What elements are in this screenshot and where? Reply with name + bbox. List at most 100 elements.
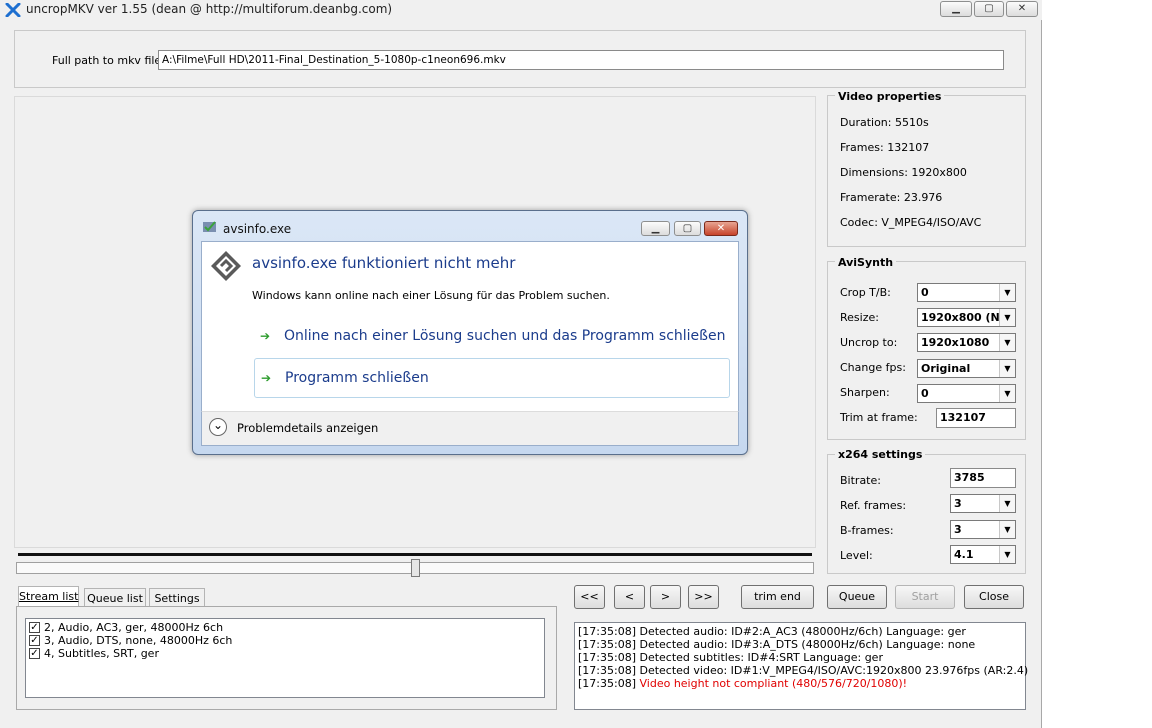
error-dialog: avsinfo.exe ▁ ▢ ✕ avsinfo.exe funktionie…	[192, 210, 748, 455]
stream-checkbox[interactable]: ✓	[29, 622, 40, 633]
dialog-app-icon	[202, 220, 218, 234]
ref-frames-select[interactable]: 3 ▼	[950, 494, 1016, 513]
tab-settings[interactable]: Settings	[149, 588, 205, 608]
path-label: Full path to mkv file:	[52, 54, 165, 67]
window-title: uncropMKV ver 1.55 (dean @ http://multif…	[26, 2, 393, 16]
dialog-text: Windows kann online nach einer Lösung fü…	[252, 289, 610, 302]
dialog-title: avsinfo.exe	[223, 222, 292, 236]
log-line: [17:35:08] Detected audio: ID#3:A_DTS (4…	[578, 638, 976, 651]
arrow-right-icon: ➔	[261, 371, 272, 385]
stream-label: 2, Audio, AC3, ger, 48000Hz 6ch	[44, 621, 224, 634]
resize-select[interactable]: 1920x800 (No ▼	[917, 308, 1016, 327]
fps-select[interactable]: Original ▼	[917, 359, 1016, 378]
sharpen-label: Sharpen:	[840, 386, 890, 399]
seek-slider-handle[interactable]	[411, 559, 420, 577]
option-close-label: Programm schließen	[285, 370, 429, 386]
trim-label: Trim at frame:	[840, 411, 918, 424]
log-line: [17:35:08] Detected subtitles: ID#4:SRT …	[578, 651, 883, 664]
details-toggle[interactable]: ⌄ Problemdetails anzeigen	[209, 418, 409, 438]
start-button[interactable]: Start	[895, 585, 955, 609]
sharpen-select[interactable]: 0 ▼	[917, 384, 1016, 403]
close-button[interactable]: Close	[964, 585, 1024, 609]
ref-frames-label: Ref. frames:	[840, 499, 907, 512]
option-online-label: Online nach einer Lösung suchen und das …	[284, 328, 726, 344]
next-frame-button[interactable]: >	[650, 585, 681, 609]
video-codec: Codec: V_MPEG4/ISO/AVC	[840, 216, 982, 229]
stream-label: 3, Audio, DTS, none, 48000Hz 6ch	[44, 634, 233, 647]
last-frame-button[interactable]: >>	[688, 585, 719, 609]
video-frames: Frames: 132107	[840, 141, 930, 154]
chevron-down-icon: ▼	[999, 360, 1015, 377]
sharpen-value: 0	[921, 387, 929, 400]
maximize-icon: ▢	[682, 223, 693, 234]
video-duration: Duration: 5510s	[840, 116, 929, 129]
level-value: 4.1	[954, 548, 974, 561]
chevron-down-icon: ▼	[999, 546, 1015, 563]
queue-button[interactable]: Queue	[827, 585, 887, 609]
video-dimensions: Dimensions: 1920x800	[840, 166, 967, 179]
level-label: Level:	[840, 549, 873, 562]
log-warning-line: [17:35:08] Video height not compliant (4…	[578, 677, 907, 690]
app-icon	[5, 2, 21, 18]
close-window-button[interactable]: ✕	[1006, 1, 1038, 17]
option-online-link[interactable]: ➔ Online nach einer Lösung suchen und da…	[255, 323, 735, 353]
crop-select[interactable]: 0 ▼	[917, 283, 1016, 302]
bframes-label: B-frames:	[840, 524, 894, 537]
chevron-down-icon: ▼	[999, 334, 1015, 351]
dialog-close-button[interactable]: ✕	[704, 221, 738, 236]
log-warning-text: Video height not compliant (480/576/720/…	[639, 677, 908, 690]
chevron-down-icon: ▼	[999, 521, 1015, 538]
bframes-select[interactable]: 3 ▼	[950, 520, 1016, 539]
ref-frames-value: 3	[954, 497, 962, 510]
close-icon: ✕	[1017, 3, 1027, 14]
resize-label: Resize:	[840, 311, 879, 324]
uncrop-value: 1920x1080	[921, 336, 990, 349]
chevron-down-icon: ⌄	[209, 418, 227, 436]
uncrop-select[interactable]: 1920x1080 ▼	[917, 333, 1016, 352]
stream-label: 4, Subtitles, SRT, ger	[44, 647, 159, 660]
first-frame-button[interactable]: <<	[574, 585, 605, 609]
log-warning-time: [17:35:08]	[578, 677, 636, 690]
stream-checkbox[interactable]: ✓	[29, 635, 40, 646]
main-window: uncropMKV ver 1.55 (dean @ http://multif…	[0, 0, 1042, 728]
crash-icon	[209, 249, 243, 283]
crop-label: Crop T/B:	[840, 286, 891, 299]
uncrop-label: Uncrop to:	[840, 336, 898, 349]
timeline-bar	[18, 553, 812, 556]
path-input[interactable]: A:\Filme\Full HD\2011-Final_Destination_…	[158, 50, 1004, 70]
chevron-down-icon: ▼	[999, 284, 1015, 301]
trim-input[interactable]: 132107	[936, 408, 1016, 428]
arrow-right-icon: ➔	[260, 329, 271, 343]
bitrate-input[interactable]: 3785	[950, 468, 1016, 488]
level-select[interactable]: 4.1 ▼	[950, 545, 1016, 564]
details-label: Problemdetails anzeigen	[237, 421, 379, 435]
log-line: [17:35:08] Detected audio: ID#2:A_AC3 (4…	[578, 625, 966, 638]
avisynth-title: AviSynth	[835, 256, 897, 269]
chevron-down-icon: ▼	[999, 309, 1015, 326]
tab-stream-list[interactable]: Stream list	[18, 586, 79, 608]
minimize-icon: ▁	[952, 3, 960, 14]
x264-title: x264 settings	[835, 448, 926, 461]
maximize-button[interactable]: ▢	[974, 1, 1004, 17]
minimize-icon: ▁	[651, 223, 660, 234]
dialog-minimize-button[interactable]: ▁	[641, 221, 670, 236]
bitrate-label: Bitrate:	[840, 474, 881, 487]
dialog-heading: avsinfo.exe funktioniert nicht mehr	[252, 254, 516, 272]
log-line: [17:35:08] Detected video: ID#1:V_MPEG4/…	[578, 664, 1029, 677]
close-icon: ✕	[716, 223, 726, 234]
tab-queue-list[interactable]: Queue list	[84, 588, 146, 608]
fps-value: Original	[921, 362, 971, 375]
minimize-button[interactable]: ▁	[940, 1, 972, 17]
trim-end-button[interactable]: trim end	[741, 585, 814, 609]
resize-value: 1920x800 (No	[921, 311, 1008, 324]
crop-value: 0	[921, 286, 929, 299]
maximize-icon: ▢	[984, 3, 994, 14]
dialog-maximize-button[interactable]: ▢	[674, 221, 701, 236]
video-framerate: Framerate: 23.976	[840, 191, 943, 204]
option-close-link[interactable]: ➔ Programm schließen	[254, 358, 730, 398]
prev-frame-button[interactable]: <	[614, 585, 645, 609]
stream-checkbox[interactable]: ✓	[29, 648, 40, 659]
bframes-value: 3	[954, 523, 962, 536]
chevron-down-icon: ▼	[999, 385, 1015, 402]
video-properties-title: Video properties	[835, 90, 945, 103]
